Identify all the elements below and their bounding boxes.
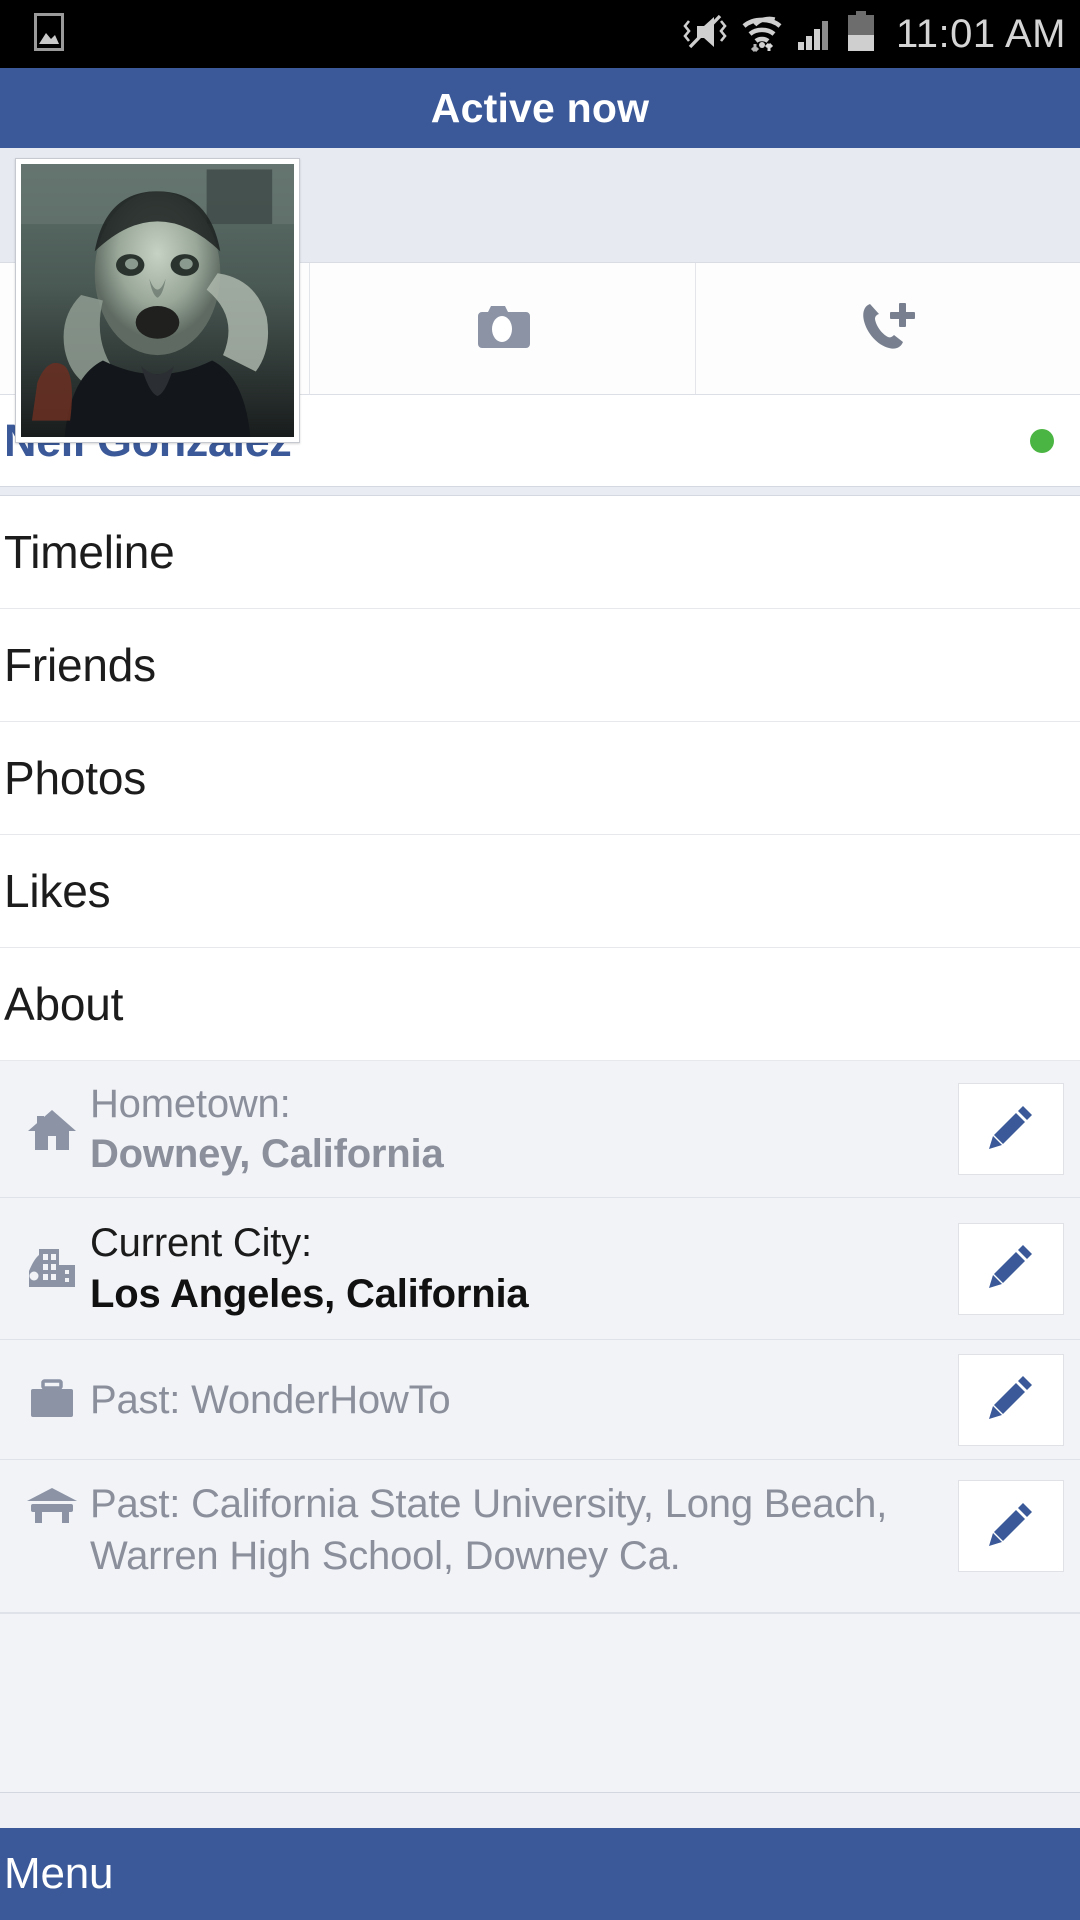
info-text-work: Past: WonderHowTo: [90, 1374, 958, 1426]
camera-icon: [471, 298, 533, 359]
info-value-current-city: Los Angeles, California: [90, 1271, 529, 1316]
avatar-image: [21, 164, 294, 437]
content-filler: [0, 1613, 1080, 1792]
bottom-spacer: [0, 1792, 1080, 1828]
add-call-button[interactable]: [696, 263, 1080, 394]
profile-header: [0, 148, 1080, 443]
title-bar: Active now: [0, 68, 1080, 148]
info-row-hometown[interactable]: Hometown: Downey, California: [0, 1061, 1080, 1198]
info-row-education[interactable]: Past: California State University, Long …: [0, 1460, 1080, 1613]
info-text-education: Past: California State University, Long …: [90, 1474, 958, 1582]
briefcase-icon: [14, 1377, 90, 1423]
edit-work-button[interactable]: [958, 1353, 1064, 1446]
avatar[interactable]: [15, 158, 300, 443]
status-bar-clock: 11:01 AM: [895, 11, 1066, 56]
online-status-dot: [1030, 429, 1054, 453]
mute-vibrate-icon: [683, 12, 729, 57]
nav-item-likes[interactable]: Likes: [0, 835, 1080, 948]
edit-current-city-button[interactable]: [958, 1222, 1064, 1315]
nav-item-timeline[interactable]: Timeline: [0, 496, 1080, 609]
status-bar-left: [34, 12, 64, 56]
section-divider: [0, 486, 1080, 496]
nav-item-about[interactable]: About: [0, 948, 1080, 1061]
page-title: Active now: [430, 84, 650, 131]
pencil-icon: [985, 1498, 1037, 1555]
pencil-icon: [985, 1371, 1037, 1428]
status-bar-right: 11:01 AM: [683, 10, 1066, 59]
menu-label: Menu: [4, 1849, 114, 1898]
wifi-icon: [740, 10, 784, 59]
info-row-work[interactable]: Past: WonderHowTo: [0, 1340, 1080, 1460]
nav-item-photos[interactable]: Photos: [0, 722, 1080, 835]
home-icon: [14, 1104, 90, 1154]
nav-item-friends[interactable]: Friends: [0, 609, 1080, 722]
pencil-icon: [985, 1101, 1037, 1158]
signal-icon: [795, 12, 835, 57]
battery-icon: [846, 10, 876, 58]
edit-hometown-button[interactable]: [958, 1083, 1064, 1175]
education-icon: [14, 1474, 90, 1528]
phone-screen: 11:01 AM Active now Timeline Friends Pho…: [0, 0, 1080, 1920]
bottom-menu-bar[interactable]: Menu: [0, 1828, 1080, 1920]
info-label-work: Past: WonderHowTo: [90, 1377, 451, 1422]
info-text-hometown: Hometown: Downey, California: [90, 1079, 958, 1180]
pencil-icon: [985, 1240, 1037, 1297]
info-text-current-city: Current City: Los Angeles, California: [90, 1218, 958, 1319]
info-value-hometown: Downey, California: [90, 1132, 444, 1176]
city-icon: [14, 1243, 90, 1295]
camera-button[interactable]: [310, 263, 696, 394]
status-bar: 11:01 AM: [0, 0, 1080, 68]
info-label-current-city: Current City:: [90, 1221, 312, 1266]
about-info-section: Hometown: Downey, California Current Cit…: [0, 1061, 1080, 1613]
info-label-hometown: Hometown:: [90, 1081, 291, 1126]
image-icon: [34, 12, 64, 56]
info-row-current-city[interactable]: Current City: Los Angeles, California: [0, 1198, 1080, 1340]
phone-plus-icon: [857, 297, 919, 360]
profile-nav-list: Timeline Friends Photos Likes About: [0, 496, 1080, 1061]
info-label-education: Past: California State University, Long …: [90, 1482, 888, 1578]
edit-education-button[interactable]: [958, 1480, 1064, 1572]
